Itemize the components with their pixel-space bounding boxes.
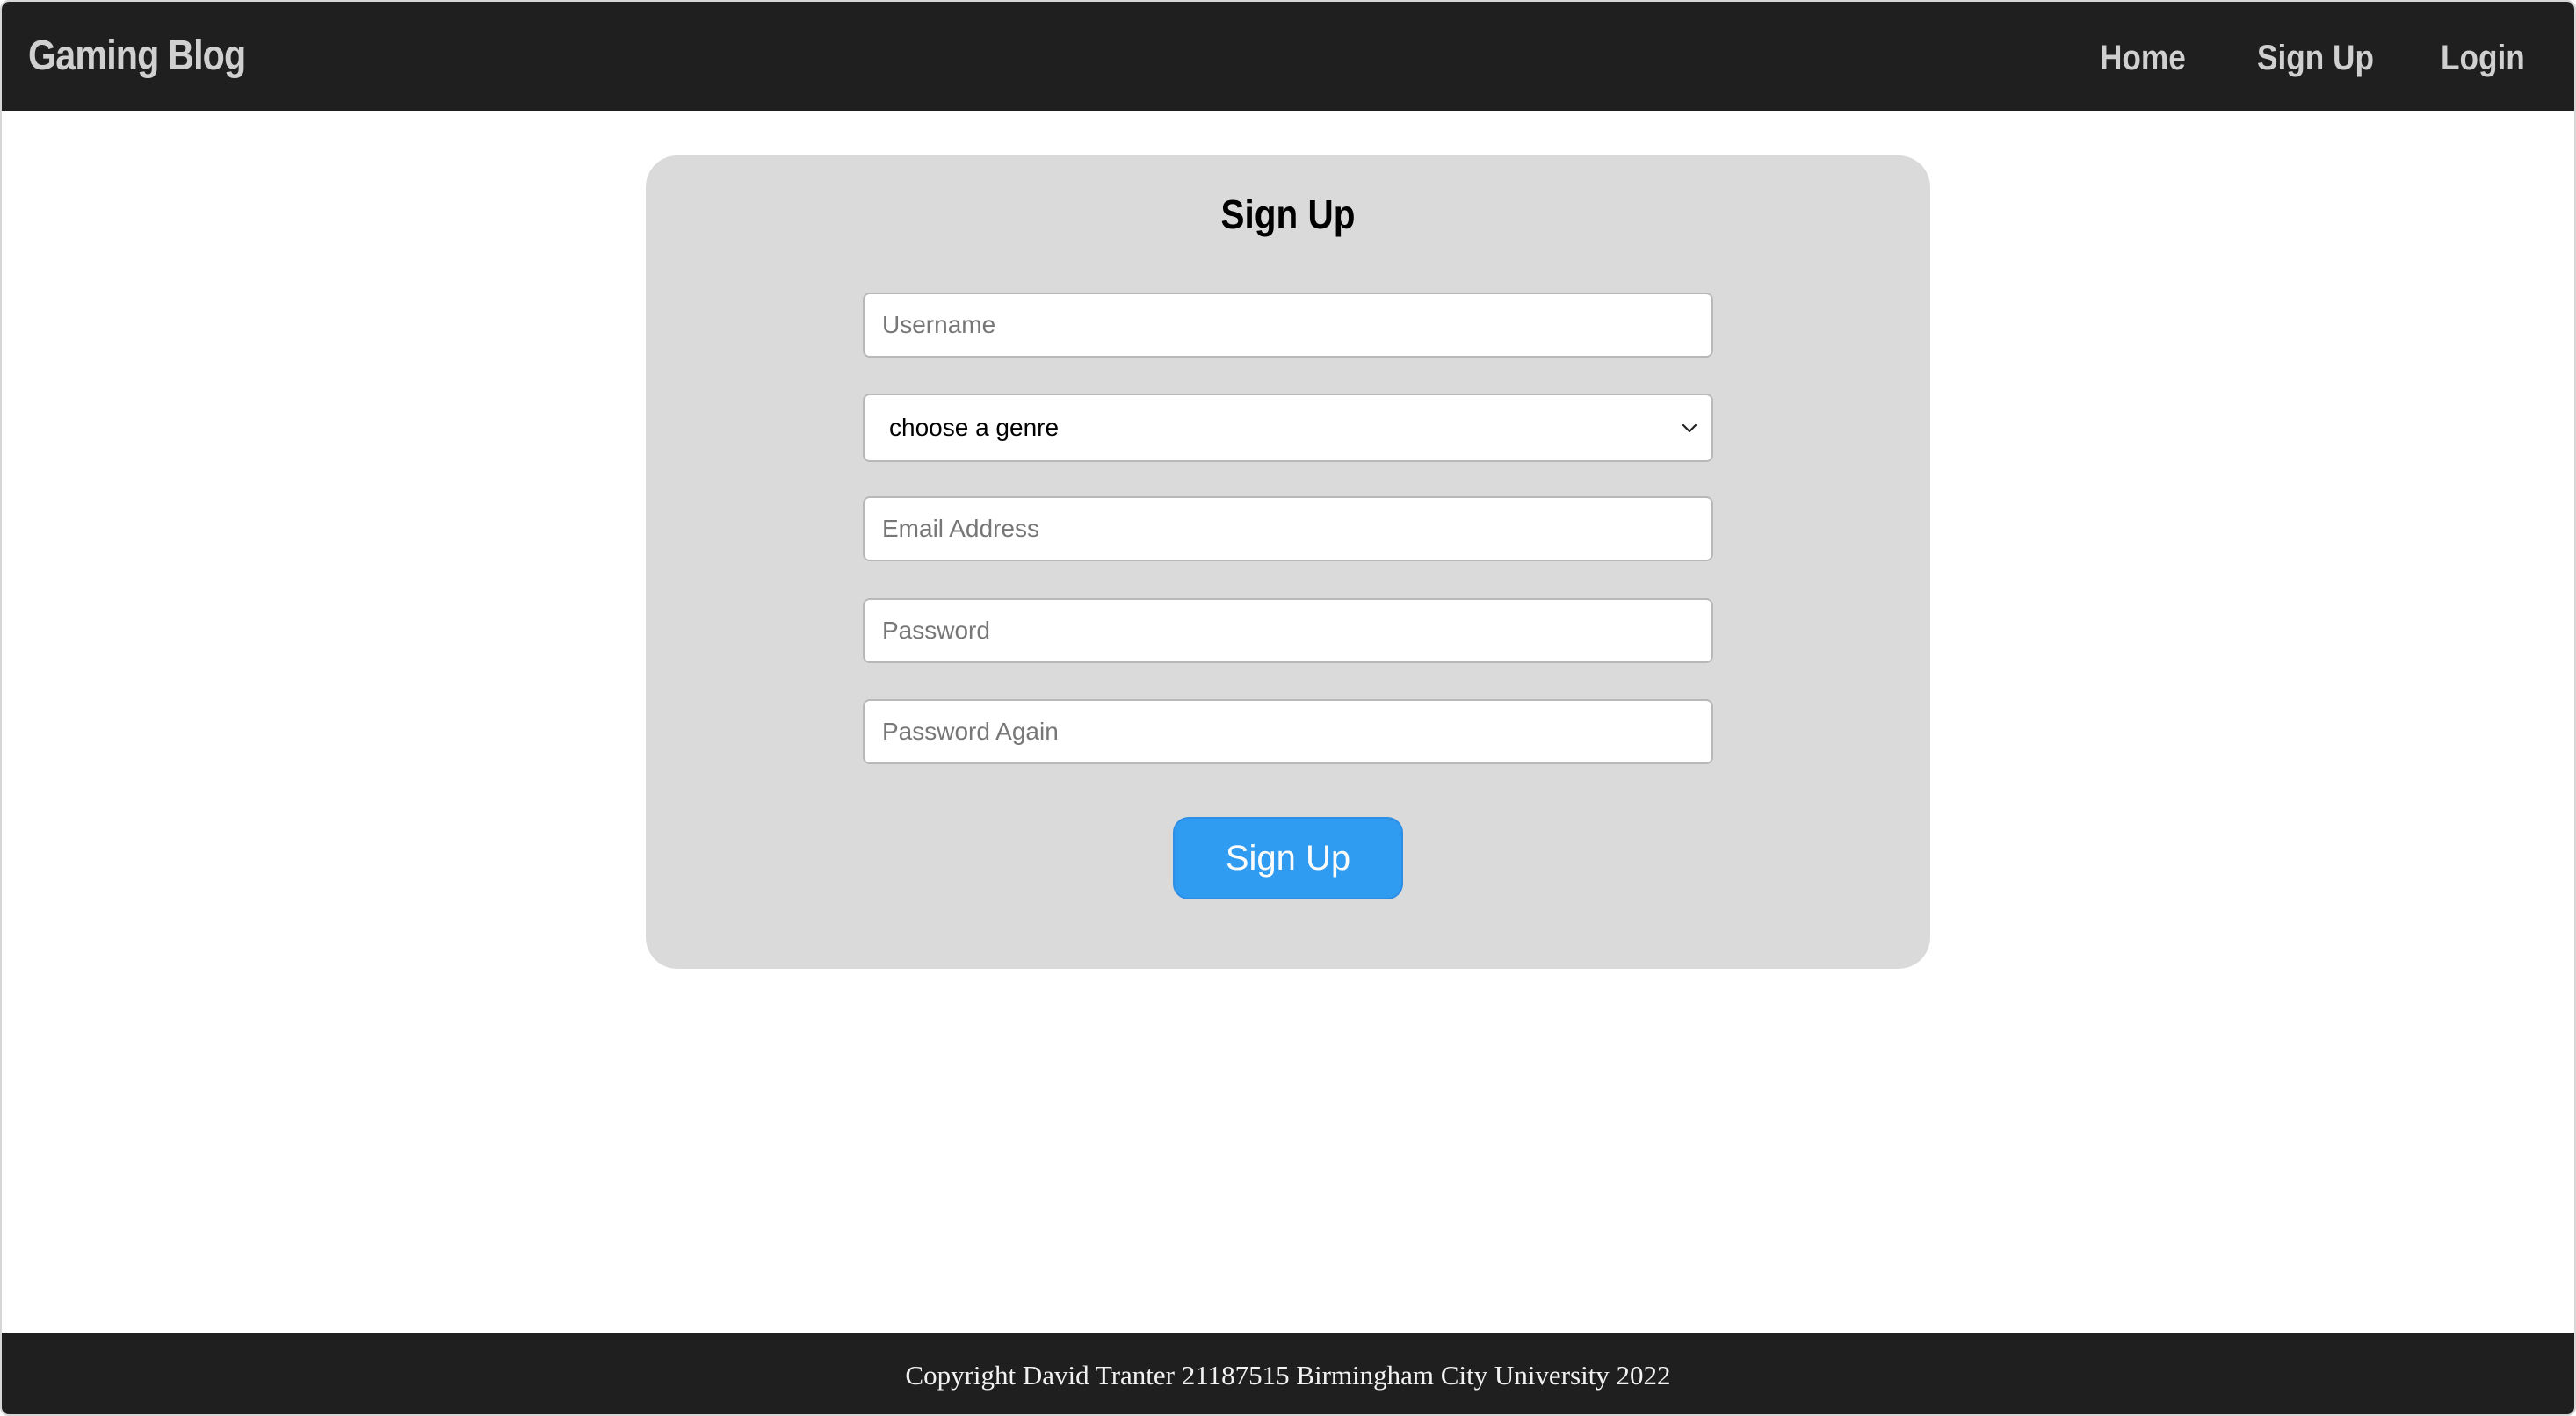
page-footer: Copyright David Tranter 21187515 Birming… <box>2 1333 2574 1414</box>
sign-up-button[interactable]: Sign Up <box>1173 817 1403 899</box>
signup-title: Sign Up <box>1220 191 1356 237</box>
top-navbar: Gaming Blog Home Sign Up Login <box>2 2 2574 111</box>
copyright-text: Copyright David Tranter 21187515 Birming… <box>905 1360 1671 1391</box>
site-logo-link[interactable]: Gaming Blog <box>28 2 246 111</box>
email-input[interactable] <box>863 496 1713 561</box>
genre-select-value: choose a genre <box>889 414 1060 441</box>
password-input[interactable] <box>863 598 1713 663</box>
password-again-input[interactable] <box>863 699 1713 764</box>
browser-frame: Gaming Blog Home Sign Up Login Sign Up c… <box>0 0 2576 1416</box>
nav-link-home[interactable]: Home <box>2100 2 2186 114</box>
nav-link-login[interactable]: Login <box>2441 2 2525 114</box>
username-input[interactable] <box>863 293 1713 358</box>
chevron-down-icon <box>1682 423 1697 433</box>
genre-select[interactable]: choose a genre <box>863 394 1713 462</box>
signup-card: Sign Up choose a genre Sign Up <box>646 155 1930 969</box>
nav-link-sign-up[interactable]: Sign Up <box>2257 2 2374 114</box>
